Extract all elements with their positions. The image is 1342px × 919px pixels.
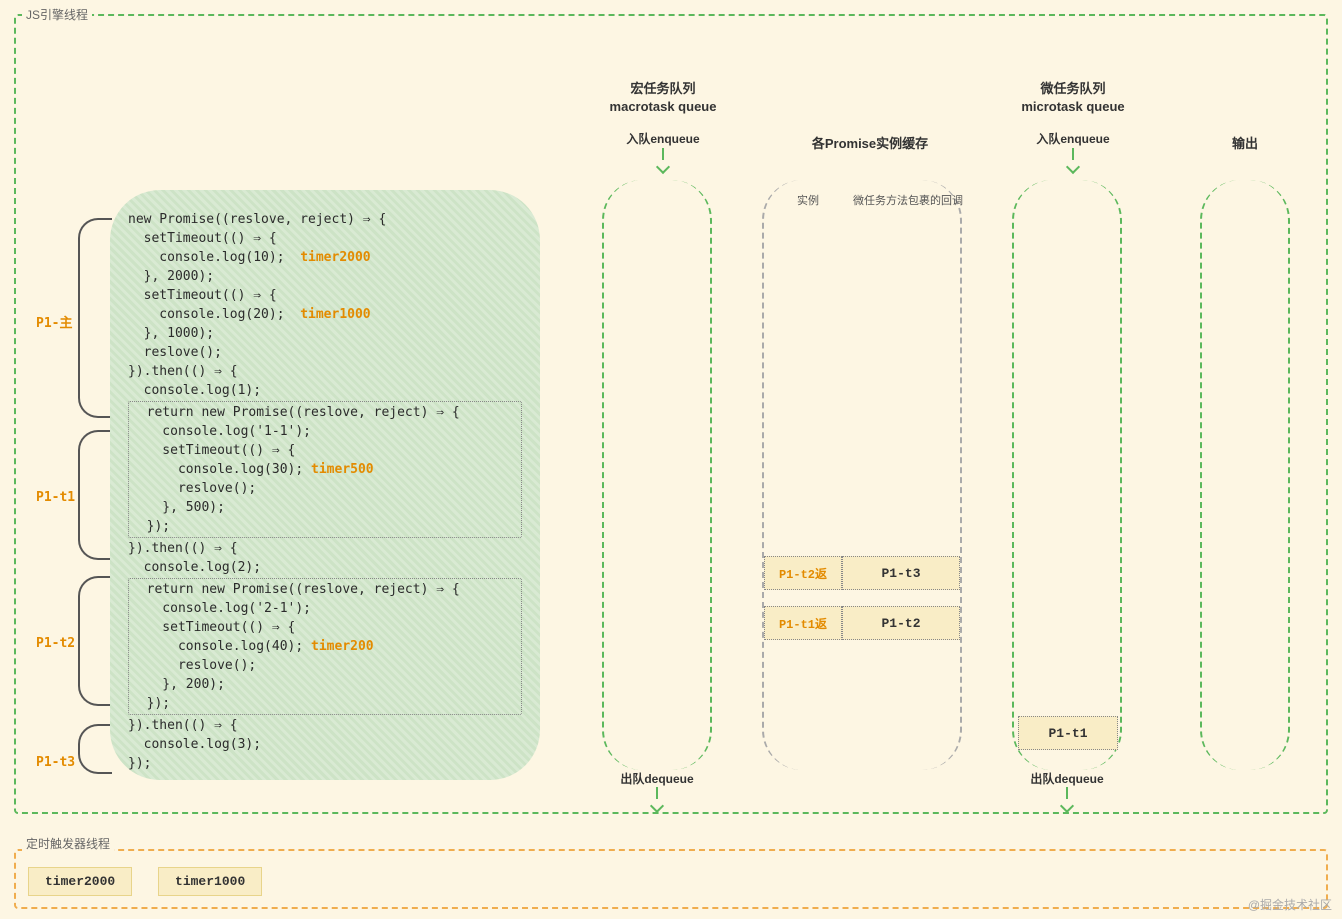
microtask-queue — [1012, 180, 1122, 770]
promise-cache-box — [762, 180, 962, 770]
microtask-dequeue: 出队dequeue — [1012, 770, 1122, 813]
macrotask-header: 宏任务队列 macrotask queue 入队enqueue — [578, 80, 748, 174]
macrotask-queue — [602, 180, 712, 770]
bracket-p1 — [78, 218, 112, 418]
label-p1-t3: P1-t3 — [36, 755, 75, 770]
timer-chip: timer1000 — [158, 867, 262, 896]
bracket-p1t2 — [78, 576, 112, 706]
watermark: @掘金技术社区 — [1248, 896, 1332, 913]
macrotask-dequeue: 出队dequeue — [602, 770, 712, 813]
timer-thread-panel: 定时触发器线程 timer2000 timer1000 — [14, 849, 1328, 909]
cache-row: P1-t2返 P1-t3 — [764, 556, 960, 590]
microtask-item: P1-t1 — [1018, 716, 1118, 750]
promise-cache-columns: 实例微任务方法包裹的回调 — [770, 192, 970, 208]
label-p1-t1: P1-t1 — [36, 490, 75, 505]
microtask-header: 微任务队列 microtask queue 入队enqueue — [988, 80, 1158, 174]
bracket-p1t1 — [78, 430, 112, 560]
bracket-p1t3 — [78, 724, 112, 774]
js-thread-label: JS引擎线程 — [22, 6, 92, 23]
promise-cache-header: 各Promise实例缓存 — [770, 135, 970, 153]
output-box — [1200, 180, 1290, 770]
timer-chip: timer2000 — [28, 867, 132, 896]
timer-thread-label: 定时触发器线程 — [22, 835, 114, 852]
output-header: 输出 — [1200, 135, 1290, 153]
label-p1-t2: P1-t2 — [36, 636, 75, 651]
label-p1-main: P1-主 — [36, 312, 72, 331]
cache-row: P1-t1返 P1-t2 — [764, 606, 960, 640]
code-block: new Promise((reslove, reject) ⇒ { setTim… — [110, 190, 540, 780]
